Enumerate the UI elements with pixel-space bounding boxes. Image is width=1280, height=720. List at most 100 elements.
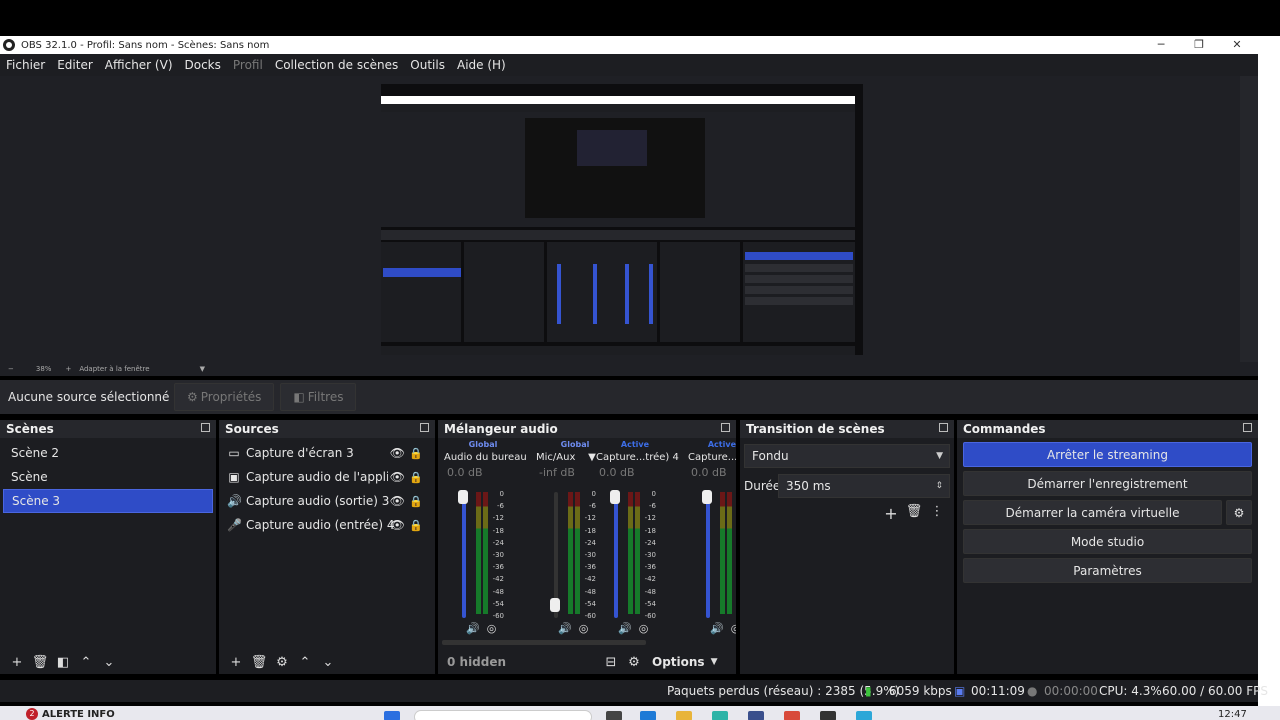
- volume-slider[interactable]: [706, 492, 710, 618]
- app-icon[interactable]: [712, 711, 728, 720]
- arrow-down-icon[interactable]: ⌄: [317, 655, 339, 670]
- eye-icon[interactable]: 👁: [390, 518, 405, 532]
- source-item[interactable]: ▣ Capture audio de l'applicatic 👁 🔒: [219, 465, 435, 489]
- filter-icon[interactable]: ◧: [52, 655, 74, 670]
- scene-item[interactable]: Scène: [3, 465, 213, 489]
- speaker-icon[interactable]: 🔊: [618, 622, 632, 635]
- chevron-down-icon[interactable]: ▼: [711, 657, 718, 667]
- channel-name[interactable]: Capture...trée) 4 ▼: [590, 450, 680, 466]
- scene-item-selected[interactable]: Scène 3: [3, 489, 213, 513]
- store-icon[interactable]: [748, 711, 764, 720]
- start-virtual-camera-button[interactable]: Démarrer la caméra virtuelle: [963, 500, 1222, 525]
- start-recording-button[interactable]: Démarrer l'enregistrement: [963, 471, 1252, 496]
- speaker-icon[interactable]: 🔊: [558, 622, 572, 635]
- windows-start-icon[interactable]: [384, 711, 400, 720]
- edge-icon[interactable]: [640, 711, 656, 720]
- virtual-camera-settings-button[interactable]: ⚙: [1226, 500, 1252, 525]
- speaker-icon[interactable]: 🔊: [710, 622, 724, 635]
- eye-icon[interactable]: 👁: [390, 494, 405, 508]
- duration-spinbox[interactable]: 350 ms ⇕: [778, 474, 950, 498]
- trash-icon[interactable]: 🗑: [903, 504, 925, 523]
- arrow-up-icon[interactable]: ⌃: [75, 655, 97, 670]
- app-icon[interactable]: [856, 711, 872, 720]
- monitor-headphones-icon[interactable]: ◎: [731, 622, 736, 635]
- volume-slider-handle[interactable]: [702, 490, 712, 504]
- float-dock-icon[interactable]: [939, 423, 948, 432]
- source-item[interactable]: 🎤 Capture audio (entrée) 4 👁 🔒: [219, 513, 435, 537]
- monitor-headphones-icon[interactable]: ◎: [639, 622, 649, 635]
- properties-button[interactable]: ⚙ Propriétés: [174, 383, 275, 411]
- layout-icon[interactable]: ⊟: [600, 655, 622, 670]
- monitor-headphones-icon[interactable]: ◎: [487, 622, 497, 635]
- monitor-headphones-icon[interactable]: ◎: [579, 622, 589, 635]
- chevron-down-icon[interactable]: ▼: [200, 365, 205, 373]
- chrome-icon[interactable]: [784, 711, 800, 720]
- lock-icon[interactable]: 🔒: [409, 471, 423, 484]
- mixer-scrollbar[interactable]: [442, 640, 646, 645]
- volume-slider-handle[interactable]: [610, 490, 620, 504]
- spin-arrows-icon[interactable]: ⇕: [935, 481, 943, 491]
- eye-icon[interactable]: 👁: [390, 470, 405, 484]
- menu-aide[interactable]: Aide (H): [457, 58, 506, 72]
- volume-slider[interactable]: [614, 492, 618, 618]
- menu-collection[interactable]: Collection de scènes: [275, 58, 398, 72]
- volume-slider[interactable]: [462, 492, 466, 618]
- scene-transitions-dock: Transition de scènes Fondu ▼ Durée 350 m…: [740, 420, 954, 674]
- filters-button[interactable]: ◧ Filtres: [280, 383, 357, 411]
- meter-tick-label: -42: [492, 575, 504, 584]
- menu-docks[interactable]: Docks: [185, 58, 221, 72]
- channel-name-label: Audio du bureau: [444, 452, 527, 463]
- folder-icon[interactable]: [676, 711, 692, 720]
- menu-outils[interactable]: Outils: [410, 58, 445, 72]
- add-icon[interactable]: +: [6, 655, 28, 670]
- arrow-up-icon[interactable]: ⌃: [294, 655, 316, 670]
- news-alert[interactable]: ALERTE INFO: [42, 709, 115, 720]
- stream-preview[interactable]: [381, 84, 863, 355]
- stop-streaming-button[interactable]: Arrêter le streaming: [963, 442, 1252, 467]
- task-view-icon[interactable]: [606, 711, 622, 720]
- transition-select[interactable]: Fondu ▼: [744, 444, 950, 468]
- lock-icon[interactable]: 🔒: [409, 495, 423, 508]
- menu-editer[interactable]: Editer: [57, 58, 93, 72]
- menu-profil[interactable]: Profil: [233, 58, 263, 72]
- channel-name[interactable]: Audio du bureau ▼: [438, 450, 528, 466]
- minimize-button[interactable]: ─: [1142, 36, 1180, 54]
- maximize-button[interactable]: ❐: [1180, 36, 1218, 54]
- add-icon[interactable]: +: [880, 504, 902, 523]
- trash-icon[interactable]: 🗑: [248, 655, 270, 670]
- zoom-fit-select[interactable]: Adapter à la fenêtre: [79, 365, 149, 373]
- float-dock-icon[interactable]: [721, 423, 730, 432]
- lock-icon[interactable]: 🔒: [409, 447, 423, 460]
- volume-slider-handle[interactable]: [550, 598, 560, 612]
- lock-icon[interactable]: 🔒: [409, 519, 423, 532]
- arrow-down-icon[interactable]: ⌄: [98, 655, 120, 670]
- meter-tick-label: -54: [492, 599, 504, 608]
- zoom-in-button[interactable]: +: [65, 365, 71, 373]
- zoom-out-button[interactable]: −: [8, 365, 14, 373]
- eye-icon[interactable]: 👁: [390, 446, 405, 460]
- obs-taskbar-icon[interactable]: [820, 711, 836, 720]
- source-item[interactable]: 🔊 Capture audio (sortie) 3 👁 🔒: [219, 489, 435, 513]
- float-dock-icon[interactable]: [201, 423, 210, 432]
- mixer-settings-icon[interactable]: ⚙: [623, 655, 645, 670]
- menu-afficher[interactable]: Afficher (V): [105, 58, 173, 72]
- trash-icon[interactable]: 🗑: [29, 655, 51, 670]
- preview-scrollbar[interactable]: [1240, 76, 1258, 362]
- float-dock-icon[interactable]: [420, 423, 429, 432]
- source-item[interactable]: ▭ Capture d'écran 3 👁 🔒: [219, 441, 435, 465]
- studio-mode-button[interactable]: Mode studio: [963, 529, 1252, 554]
- options-button[interactable]: Options: [652, 655, 705, 669]
- add-icon[interactable]: +: [225, 655, 247, 670]
- channel-name[interactable]: Capture...rti: [682, 450, 736, 466]
- speaker-icon[interactable]: 🔊: [466, 622, 480, 635]
- close-button[interactable]: ✕: [1218, 36, 1256, 54]
- taskbar-search-box[interactable]: [414, 710, 592, 720]
- settings-button[interactable]: Paramètres: [963, 558, 1252, 583]
- scene-item[interactable]: Scène 2: [3, 441, 213, 465]
- source-label: Capture d'écran 3: [246, 446, 354, 460]
- menu-fichier[interactable]: Fichier: [6, 58, 45, 72]
- float-dock-icon[interactable]: [1243, 423, 1252, 432]
- gear-icon[interactable]: ⚙: [271, 655, 293, 670]
- more-vertical-icon[interactable]: ⋮: [926, 504, 948, 523]
- volume-slider-handle[interactable]: [458, 490, 468, 504]
